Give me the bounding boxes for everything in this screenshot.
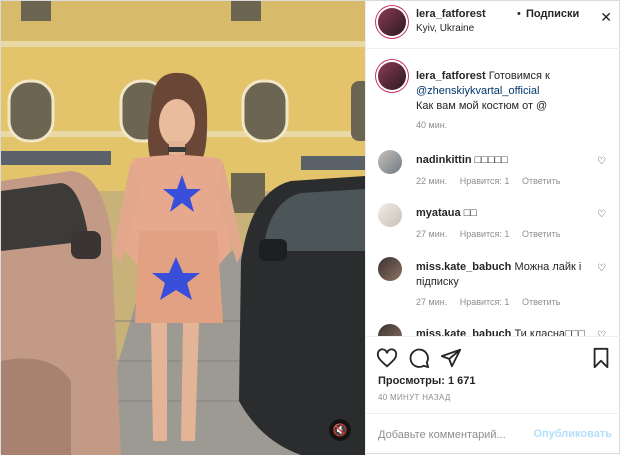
commenter-avatar[interactable]: [378, 203, 402, 227]
comment-username[interactable]: myataua: [416, 207, 461, 219]
post-actions: [366, 336, 620, 369]
comment-text: miss.kate_babuch Ти класна□□□: [416, 327, 591, 336]
heart-icon[interactable]: [376, 347, 398, 369]
comment-text: miss.kate_babuch Можна лайк і підписку: [416, 260, 591, 290]
comment-time[interactable]: 27 мин.: [416, 229, 447, 239]
add-comment-bar: Опубликовать: [366, 413, 620, 455]
following-button[interactable]: Подписки: [526, 8, 579, 20]
commenter-avatar[interactable]: [378, 150, 402, 174]
comments-list[interactable]: lera_fatforest Готовимся к @zhenskiykvar…: [366, 50, 620, 336]
commenter-avatar[interactable]: [378, 257, 402, 281]
caption-mention[interactable]: @zhenskiykvartal_official: [416, 85, 539, 97]
comment-time[interactable]: 22 мин.: [416, 176, 447, 186]
caption-username[interactable]: lera_fatforest: [416, 70, 486, 82]
comment-likes[interactable]: Нравится: 1: [460, 297, 510, 307]
post-video[interactable]: 🔇: [1, 1, 365, 455]
instagram-post-modal: 🔇 lera_fatforest • Подписки Kyiv, Ukrain…: [0, 0, 620, 455]
comment-icon[interactable]: [408, 347, 430, 369]
caption-text-after: Как вам мой костюм от @: [416, 100, 548, 112]
close-icon[interactable]: ✕: [600, 11, 612, 25]
comment-like-heart-icon[interactable]: ♡: [597, 263, 606, 274]
comment-time[interactable]: 27 мин.: [416, 297, 447, 307]
video-frame: [1, 1, 365, 455]
comment-likes[interactable]: Нравится: 1: [460, 229, 510, 239]
publish-comment-button[interactable]: Опубликовать: [533, 428, 612, 440]
post-header: lera_fatforest • Подписки Kyiv, Ukraine …: [366, 1, 620, 49]
header-separator: •: [517, 8, 521, 20]
comment-username[interactable]: miss.kate_babuch: [416, 261, 511, 273]
post-side-panel: lera_fatforest • Подписки Kyiv, Ukraine …: [365, 1, 620, 455]
caption-text-before: Готовимся к: [488, 70, 550, 82]
comment-reply-button[interactable]: Ответить: [522, 297, 560, 307]
send-icon[interactable]: [440, 347, 462, 369]
speaker-muted-icon[interactable]: 🔇: [329, 419, 351, 441]
comment-like-heart-icon[interactable]: ♡: [597, 209, 606, 220]
caption-avatar[interactable]: [378, 62, 406, 90]
author-username[interactable]: lera_fatforest: [416, 8, 486, 20]
caption-text: lera_fatforest Готовимся к @zhenskiykvar…: [416, 69, 612, 114]
comment-reply-button[interactable]: Ответить: [522, 229, 560, 239]
comment-like-heart-icon[interactable]: ♡: [597, 156, 606, 167]
comment-likes[interactable]: Нравится: 1: [460, 176, 510, 186]
author-avatar[interactable]: [378, 8, 406, 36]
comment-text: myataua □□: [416, 206, 591, 221]
view-count[interactable]: Просмотры: 1 671: [378, 375, 476, 387]
comment-input[interactable]: [378, 426, 538, 444]
comment-meta: 27 мин. Нравится: 1 Ответить: [416, 229, 570, 239]
comment-body: Ти класна□□□: [514, 328, 585, 336]
comment-body: □□: [463, 207, 477, 219]
bookmark-icon[interactable]: [590, 347, 612, 369]
commenter-avatar[interactable]: [378, 324, 402, 336]
comment-text: nadinkittin □□□□□: [416, 153, 591, 168]
comment-body: □□□□□: [474, 154, 508, 166]
comment-username[interactable]: miss.kate_babuch: [416, 328, 511, 336]
post-time-ago[interactable]: 40 МИНУТ НАЗАД: [378, 393, 451, 402]
comment-meta: 22 мин. Нравится: 1 Ответить: [416, 176, 570, 186]
post-location[interactable]: Kyiv, Ukraine: [416, 23, 474, 34]
comment-username[interactable]: nadinkittin: [416, 154, 472, 166]
caption-timestamp[interactable]: 40 мин.: [416, 120, 447, 130]
comment-meta: 27 мин. Нравится: 1 Ответить: [416, 297, 570, 307]
comment-reply-button[interactable]: Ответить: [522, 176, 560, 186]
